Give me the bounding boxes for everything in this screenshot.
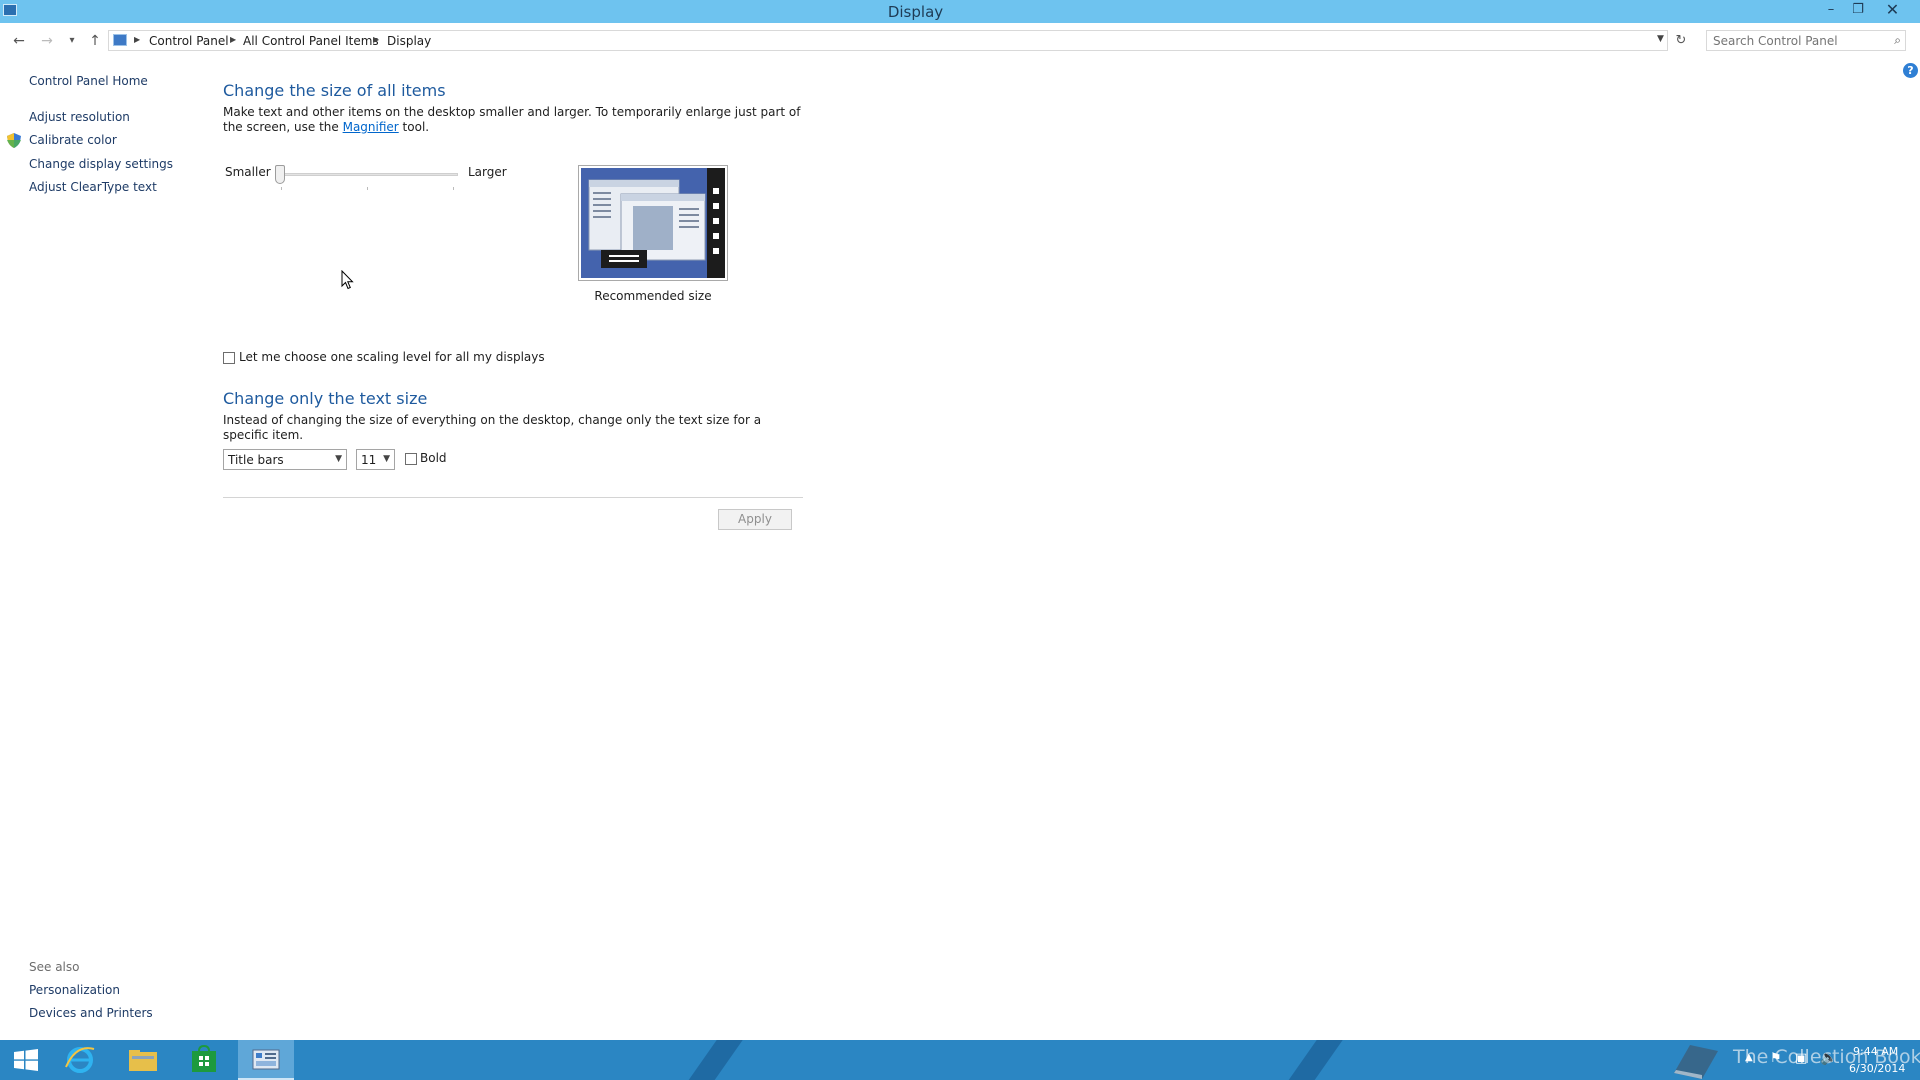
slider-max-label: Larger: [468, 165, 507, 179]
section-description-size-all: Make text and other items on the desktop…: [223, 105, 803, 135]
section-description-text-size: Instead of changing the size of everythi…: [223, 413, 762, 442]
control-panel-icon: [252, 1049, 280, 1070]
mouse-cursor-icon: [341, 270, 354, 290]
divider: [223, 497, 803, 498]
taskbar-store[interactable]: [176, 1040, 232, 1080]
shield-icon: [7, 133, 21, 148]
action-center-flag-icon[interactable]: ⚑: [1770, 1051, 1782, 1066]
slider-min-label: Smaller: [225, 165, 271, 179]
title-bar: Display – ❐ ✕: [0, 0, 1920, 23]
breadcrumb-control-panel[interactable]: Control Panel: [149, 34, 229, 48]
taskbar-file-explorer[interactable]: [115, 1040, 171, 1080]
network-icon[interactable]: ▣: [1795, 1051, 1807, 1066]
slider-tick: [453, 187, 454, 190]
slider-tick: [281, 187, 282, 190]
bold-checkbox[interactable]: [405, 453, 417, 465]
text-size-select-value: 11: [361, 453, 377, 467]
minimize-button[interactable]: –: [1818, 0, 1844, 20]
taskbar-decoration: [1283, 1040, 1347, 1080]
control-panel-icon: [113, 34, 127, 46]
see-also-devices-printers[interactable]: Devices and Printers: [29, 1006, 153, 1020]
size-preview-image: [578, 165, 728, 281]
taskbar-control-panel[interactable]: [238, 1040, 294, 1080]
breadcrumb-chevron-icon[interactable]: ▶: [373, 35, 379, 44]
window-title: Display: [887, 3, 944, 21]
clock-time[interactable]: 9:44 AM: [1853, 1045, 1898, 1058]
sidebar-adjust-cleartype[interactable]: Adjust ClearType text: [29, 180, 157, 194]
search-input[interactable]: [1713, 32, 1878, 49]
show-hidden-icons-icon[interactable]: ▲: [1745, 1052, 1753, 1063]
section-heading-text-size: Change only the text size: [223, 389, 428, 408]
scaling-level-label[interactable]: Let me choose one scaling level for all …: [239, 350, 545, 364]
bold-label[interactable]: Bold: [420, 451, 447, 465]
breadcrumb-chevron-icon[interactable]: ▶: [134, 35, 140, 44]
restore-button[interactable]: ❐: [1845, 0, 1871, 20]
store-icon: [192, 1044, 216, 1072]
slider-tick: [367, 187, 368, 190]
recent-locations-button[interactable]: ▾: [62, 31, 82, 51]
book-icon: [1674, 1045, 1718, 1079]
internet-explorer-icon: [65, 1047, 95, 1073]
taskbar-internet-explorer[interactable]: [52, 1040, 108, 1080]
see-also-personalization[interactable]: Personalization: [29, 983, 120, 997]
size-slider-track[interactable]: [280, 173, 458, 176]
address-bar[interactable]: ▶ Control Panel ▶ All Control Panel Item…: [108, 30, 1668, 51]
breadcrumb-chevron-icon[interactable]: ▶: [230, 35, 236, 44]
folder-icon: [129, 1050, 157, 1071]
address-dropdown-icon[interactable]: ▼: [1657, 34, 1669, 44]
search-box[interactable]: ⌕: [1706, 30, 1906, 51]
help-icon[interactable]: ?: [1903, 63, 1918, 78]
description-text: Make text and other items on the desktop…: [223, 105, 801, 134]
start-button[interactable]: [0, 1040, 56, 1080]
chevron-down-icon: ▼: [335, 454, 342, 464]
taskbar: The Collection Book ▲ ⚑ ▣ 🔈 9:44 AM 6/30…: [0, 1040, 1920, 1080]
windows-logo-icon: [14, 1049, 38, 1071]
breadcrumb-all-items[interactable]: All Control Panel Items: [243, 34, 379, 48]
refresh-button[interactable]: ↻: [1671, 31, 1691, 51]
description-text: tool.: [398, 120, 430, 134]
up-button[interactable]: ↑: [85, 31, 105, 51]
sidebar-calibrate-color[interactable]: Calibrate color: [29, 133, 117, 147]
taskbar-decoration: [683, 1040, 747, 1080]
navigation-bar: ← → ▾ ↑ ▶ Control Panel ▶ All Control Pa…: [0, 28, 1920, 54]
clock-date[interactable]: 6/30/2014: [1849, 1062, 1905, 1075]
preview-caption: Recommended size: [594, 289, 712, 303]
breadcrumb-display[interactable]: Display: [387, 34, 431, 48]
close-button[interactable]: ✕: [1870, 0, 1915, 20]
text-size-select[interactable]: 11 ▼: [356, 449, 395, 470]
sidebar-change-display-settings[interactable]: Change display settings: [29, 157, 173, 171]
text-item-select-value: Title bars: [228, 453, 284, 467]
scaling-level-checkbox[interactable]: [223, 352, 235, 364]
preview-illustration-icon: [581, 168, 725, 278]
chevron-down-icon: ▼: [383, 454, 390, 464]
sidebar-adjust-resolution[interactable]: Adjust resolution: [29, 110, 130, 124]
see-also-label: See also: [29, 960, 80, 974]
desktop-preview: [581, 168, 725, 278]
back-button[interactable]: ←: [9, 31, 29, 51]
magnifier-link[interactable]: Magnifier: [343, 120, 399, 134]
search-icon[interactable]: ⌕: [1894, 33, 1901, 48]
sidebar-control-panel-home[interactable]: Control Panel Home: [29, 74, 148, 88]
volume-icon[interactable]: 🔈: [1820, 1050, 1837, 1066]
apply-button[interactable]: Apply: [718, 509, 792, 530]
section-heading-size-all: Change the size of all items: [223, 81, 446, 100]
size-slider-thumb[interactable]: [275, 165, 285, 184]
text-item-select[interactable]: Title bars ▼: [223, 449, 347, 470]
forward-button[interactable]: →: [37, 31, 57, 51]
